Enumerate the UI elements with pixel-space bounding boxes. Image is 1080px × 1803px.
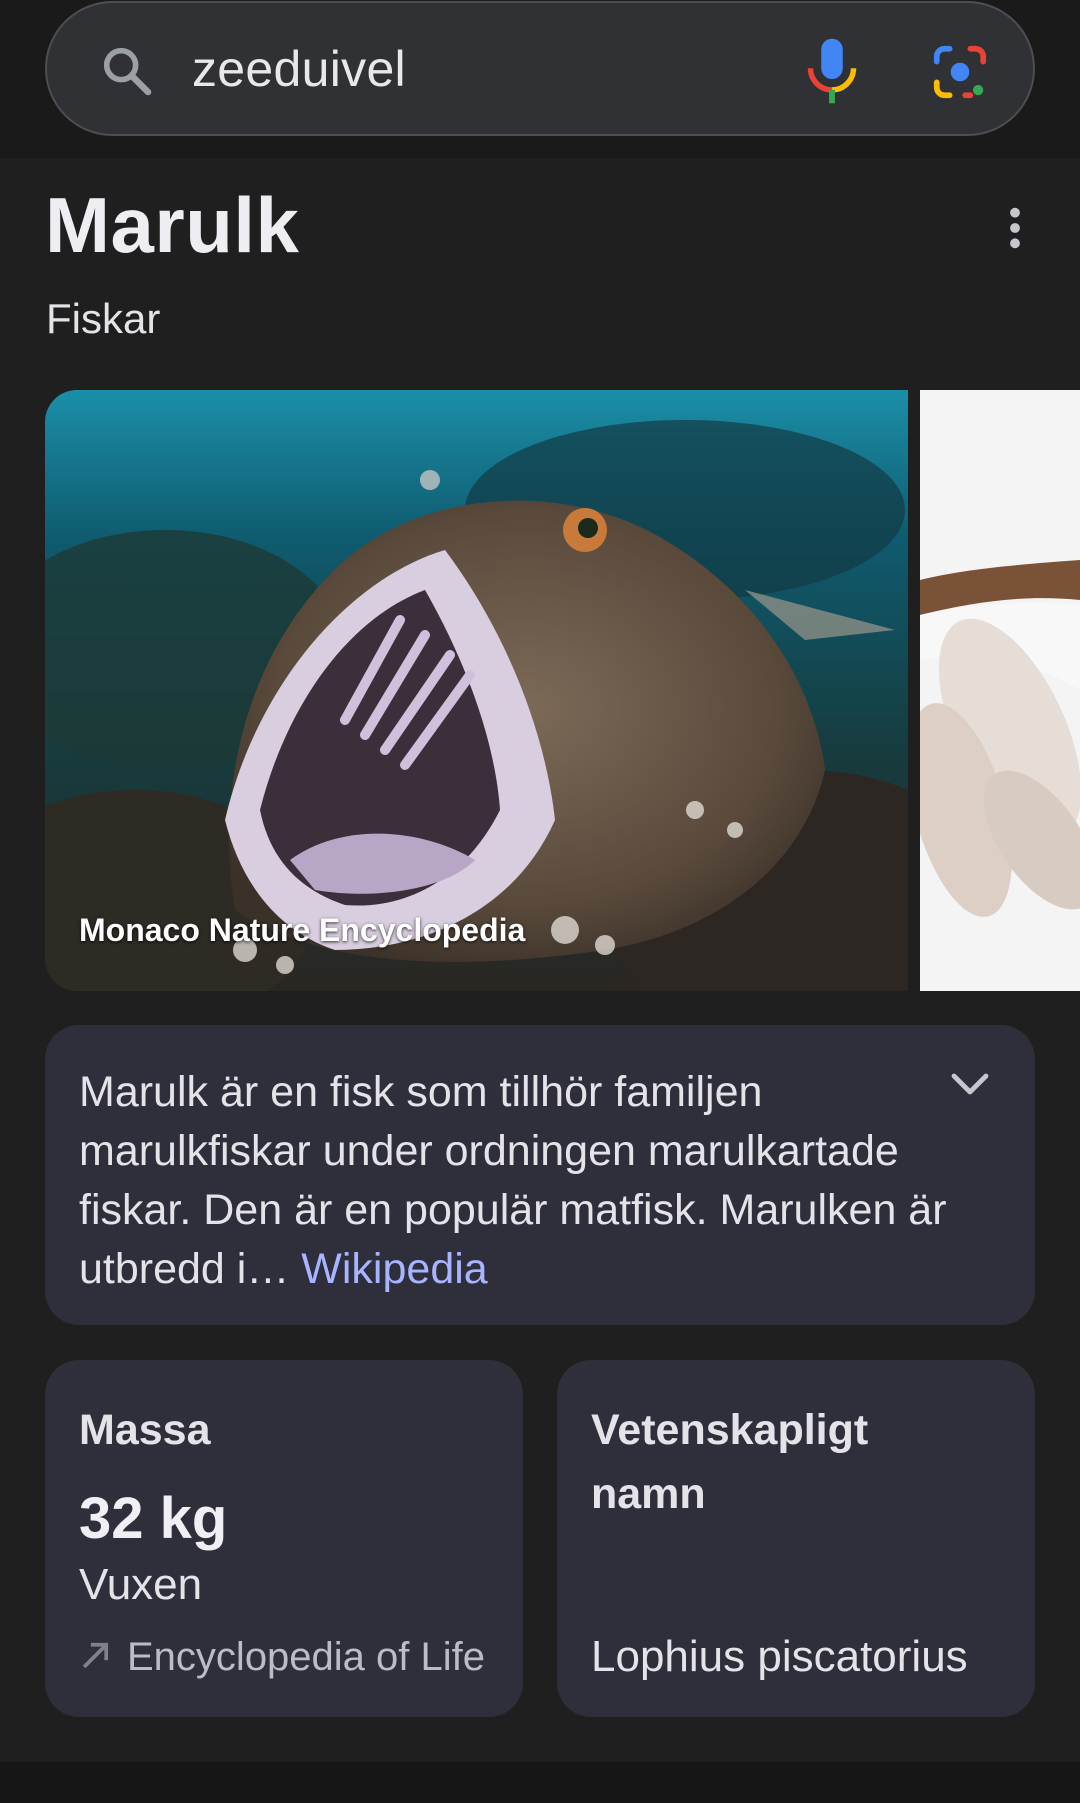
mic-icon[interactable] [799, 36, 865, 106]
description-card[interactable]: Marulk är en fisk som tillhör familjen m… [45, 1025, 1035, 1325]
image-source-caption: Monaco Nature Encyclopedia [79, 912, 526, 948]
search-header: zeeduivel [0, 0, 1080, 158]
more-vert-icon[interactable] [1000, 205, 1030, 251]
chevron-down-icon[interactable] [950, 1070, 990, 1098]
knowledge-panel-header: Marulk Fiskar [45, 180, 1035, 342]
google-lens-icon[interactable] [929, 41, 991, 103]
fact-card-scientific-name[interactable]: Vetenskapligt namn Lophius piscatorius [557, 1360, 1035, 1717]
fact-source-label: Encyclopedia of Life [127, 1635, 486, 1679]
anglerfish-photo [45, 390, 908, 991]
fact-label: Massa [79, 1406, 211, 1454]
description-text: Marulk är en fisk som tillhör familjen m… [79, 1063, 959, 1299]
fact-qualifier: Vuxen [79, 1560, 203, 1609]
bottom-divider [0, 1762, 1080, 1803]
description-body: Marulk är en fisk som tillhör familjen m… [79, 1068, 947, 1293]
fact-value: Lophius piscatorius [591, 1632, 968, 1681]
fish-fillet-photo [920, 390, 1080, 991]
search-input[interactable]: zeeduivel [192, 40, 406, 98]
arrow-outward-icon [82, 1642, 109, 1669]
search-icon[interactable] [99, 43, 155, 99]
search-box[interactable]: zeeduivel [45, 1, 1035, 136]
wikipedia-link[interactable]: Wikipedia [301, 1245, 487, 1293]
entity-image-secondary[interactable] [920, 390, 1080, 991]
fact-card-mass[interactable]: Massa 32 kg Vuxen Encyclopedia of Life [45, 1360, 523, 1717]
entity-image-main[interactable]: Monaco Nature Encyclopedia [45, 390, 908, 991]
entity-title: Marulk [45, 181, 300, 269]
fact-value: 32 kg [79, 1486, 228, 1551]
fact-source-link[interactable]: Encyclopedia of Life [79, 1635, 485, 1680]
fact-label: Vetenskapligt namn [591, 1406, 869, 1518]
entity-subtitle: Fiskar [46, 295, 161, 342]
